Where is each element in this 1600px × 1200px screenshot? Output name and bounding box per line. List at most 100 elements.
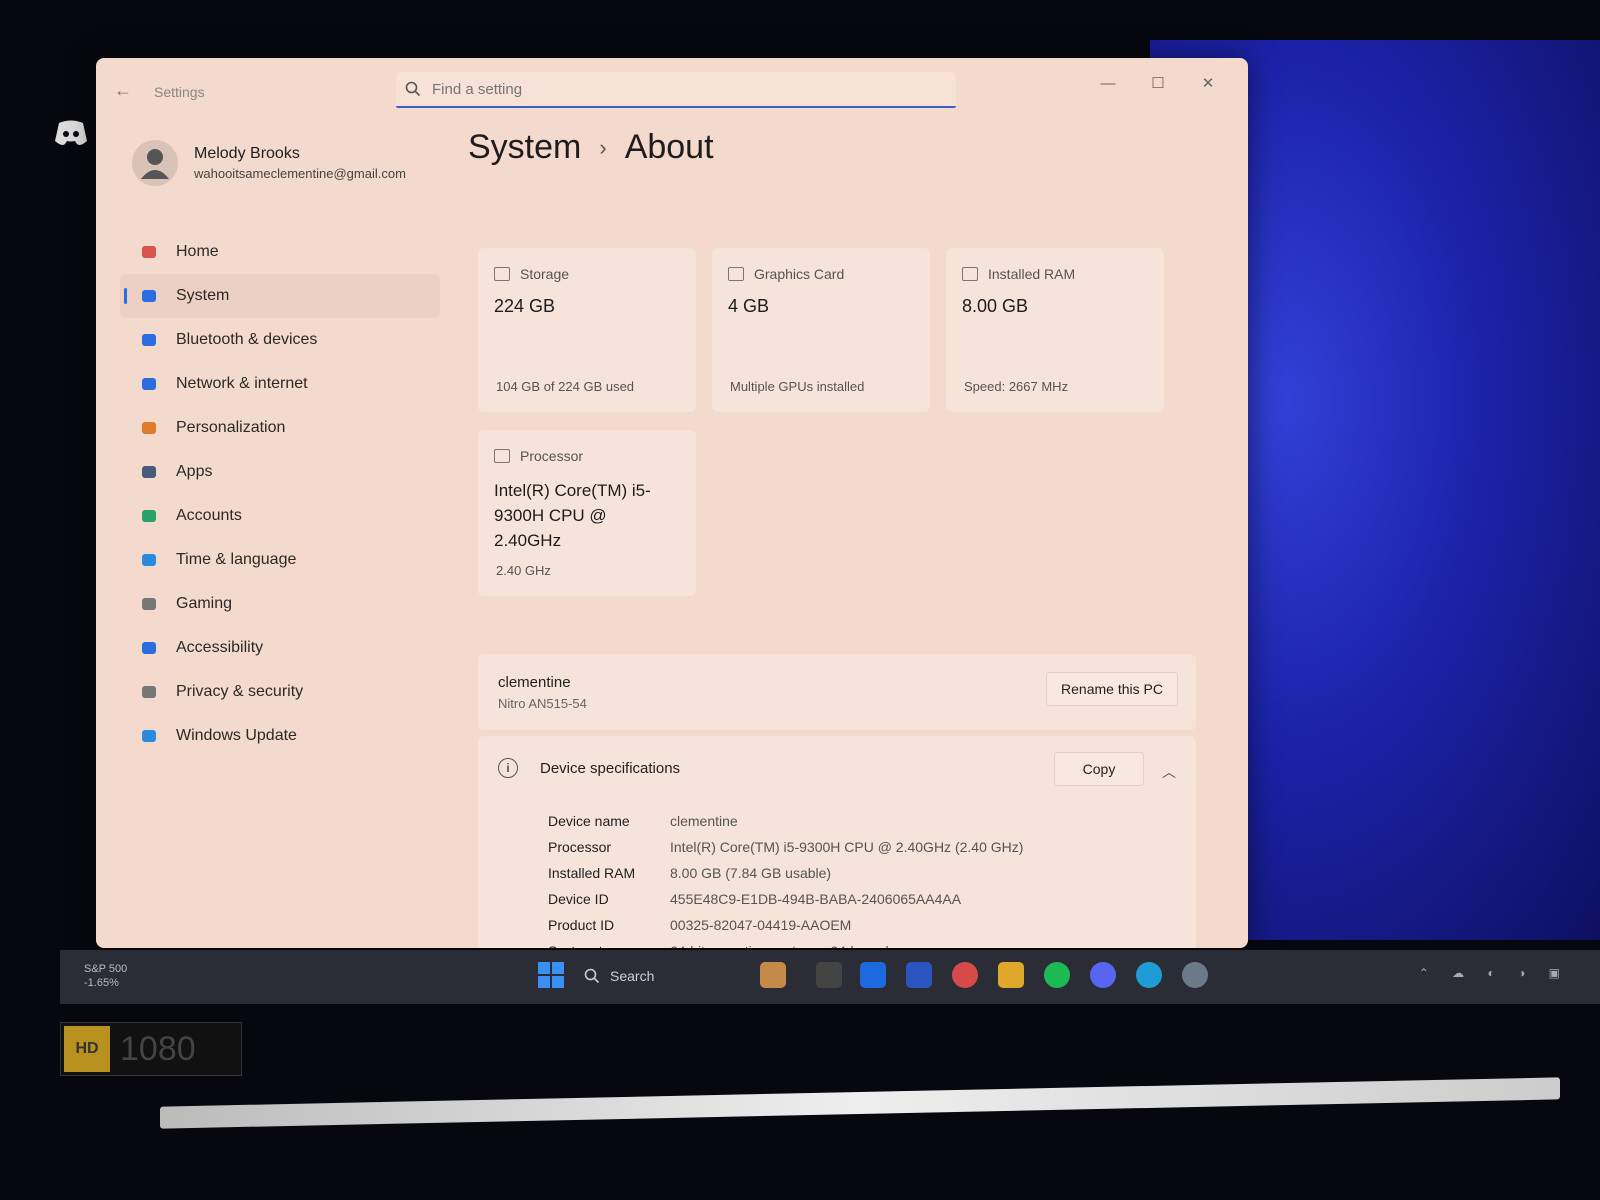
ram-speed: Speed: 2667 MHz bbox=[964, 379, 1069, 394]
breadcrumb-separator: › bbox=[599, 134, 607, 160]
system-icon bbox=[138, 285, 160, 307]
chevron-up-icon[interactable]: ︿ bbox=[1162, 762, 1176, 782]
sidebar-item-gaming[interactable]: Gaming bbox=[120, 582, 440, 626]
storage-usage: 104 GB of 224 GB used bbox=[496, 379, 635, 394]
sidebar-item-label: Privacy & security bbox=[176, 683, 304, 700]
maximize-button[interactable]: ☐ bbox=[1138, 68, 1178, 98]
profile-name: Melody Brooks bbox=[194, 145, 300, 162]
close-button[interactable]: ✕ bbox=[1188, 68, 1228, 98]
sidebar-item-accessibility[interactable]: Accessibility bbox=[120, 626, 440, 670]
taskbar-search[interactable]: Search bbox=[584, 962, 734, 990]
shield-icon bbox=[138, 681, 160, 703]
update-icon bbox=[138, 725, 160, 747]
sidebar-item-label: Accounts bbox=[176, 507, 242, 524]
bezel-badge: HD 1080 bbox=[60, 1022, 242, 1076]
task-view-icon[interactable] bbox=[816, 962, 842, 988]
processor-icon bbox=[494, 449, 510, 463]
system-tray[interactable]: ⌃ ☁ ◐ ◑ ▣ bbox=[1419, 966, 1570, 980]
processor-card[interactable]: Processor Intel(R) Core(TM) i5-9300H CPU… bbox=[478, 430, 696, 596]
pc-model: Nitro AN515-54 bbox=[498, 696, 587, 711]
settings-gear-icon[interactable] bbox=[1182, 962, 1208, 988]
windows-start-icon[interactable] bbox=[538, 962, 564, 988]
spotify-icon[interactable] bbox=[1044, 962, 1070, 988]
apps-icon bbox=[138, 461, 160, 483]
spec-key: Installed RAM bbox=[548, 865, 636, 881]
edge-icon[interactable] bbox=[1136, 962, 1162, 988]
sidebar-item-time-language[interactable]: Time & language bbox=[120, 538, 440, 582]
pc-name-row: clementine Nitro AN515-54 Rename this PC bbox=[478, 654, 1196, 730]
copilot-icon[interactable] bbox=[952, 962, 978, 988]
sidebar-item-accounts[interactable]: Accounts bbox=[120, 494, 440, 538]
discord-taskbar-icon[interactable] bbox=[1090, 962, 1116, 988]
sidebar-item-label: Apps bbox=[176, 463, 213, 480]
sidebar-item-personalization[interactable]: Personalization bbox=[120, 406, 440, 450]
page-title: About bbox=[624, 128, 714, 166]
processor-value: Intel(R) Core(TM) i5-9300H CPU @ 2.40GHz bbox=[494, 481, 651, 550]
sidebar-item-home[interactable]: Home bbox=[120, 230, 440, 274]
avatar bbox=[132, 140, 178, 186]
sidebar-item-label: Home bbox=[176, 243, 219, 260]
copy-button[interactable]: Copy bbox=[1054, 752, 1144, 786]
file-explorer-icon[interactable] bbox=[998, 962, 1024, 988]
sidebar-item-privacy-security[interactable]: Privacy & security bbox=[120, 670, 440, 714]
spec-key: Device ID bbox=[548, 891, 609, 907]
search-box[interactable] bbox=[396, 72, 956, 108]
graphics-card-card[interactable]: Graphics Card 4 GB Multiple GPUs install… bbox=[712, 248, 930, 412]
ram-value: 8.00 GB bbox=[962, 296, 1029, 316]
sidebar-item-apps[interactable]: Apps bbox=[120, 450, 440, 494]
hd-badge: HD bbox=[64, 1026, 110, 1072]
spec-row: System type64-bit operating system, x64-… bbox=[548, 938, 1023, 948]
user-profile[interactable]: Melody Brooks wahooitsameclementine@gmai… bbox=[132, 140, 406, 186]
outlook-icon[interactable] bbox=[860, 962, 886, 988]
storage-card[interactable]: Storage 224 GB 104 GB of 224 GB used bbox=[478, 248, 696, 412]
spec-row: Installed RAM 8.00 GB (7.84 GB usable) bbox=[548, 860, 1023, 886]
gaming-icon bbox=[138, 593, 160, 615]
spec-row: Device name clementine bbox=[548, 808, 1023, 834]
spec-key: Product ID bbox=[548, 917, 615, 933]
spec-row: Product ID 00325-82047-04419-AAOEM bbox=[548, 912, 1023, 938]
spec-value: clementine bbox=[670, 813, 738, 829]
processor-speed: 2.40 GHz bbox=[496, 563, 551, 578]
ram-card[interactable]: Installed RAM 8.00 GB Speed: 2667 MHz bbox=[946, 248, 1164, 412]
breadcrumb-parent[interactable]: System bbox=[468, 128, 581, 167]
storage-value: 224 GB bbox=[494, 296, 556, 316]
graphics-title: Graphics Card bbox=[754, 266, 845, 282]
accounts-icon bbox=[138, 505, 160, 527]
spec-value: 64-bit operating system, x64-based proce… bbox=[670, 943, 954, 948]
sidebar-item-system[interactable]: System bbox=[120, 274, 440, 318]
specs-table: Device name clementine Processor Intel(R) C… bbox=[548, 808, 1023, 948]
stock-widget[interactable]: S&P 500 -1.65% bbox=[84, 962, 127, 990]
device-specifications-section: i Device specifications Copy ︿ Device na… bbox=[478, 736, 1196, 948]
globe-icon bbox=[138, 549, 160, 571]
sidebar-item-windows-update[interactable]: Windows Update bbox=[120, 714, 440, 758]
sidebar-item-label: Time & language bbox=[176, 551, 297, 568]
specs-header[interactable]: i Device specifications bbox=[498, 758, 680, 778]
store-icon[interactable] bbox=[906, 962, 932, 988]
ram-icon bbox=[962, 267, 978, 281]
graphics-card-icon bbox=[728, 267, 744, 281]
sidebar-item-bluetooth-devices[interactable]: Bluetooth & devices bbox=[120, 318, 440, 362]
sidebar: Melody Brooks wahooitsameclementine@gmai… bbox=[96, 124, 456, 948]
sidebar-item-network-internet[interactable]: Network & internet bbox=[120, 362, 440, 406]
spec-key: Processor bbox=[548, 839, 612, 855]
sidebar-item-label: System bbox=[176, 287, 230, 304]
rename-pc-button[interactable]: Rename this PC bbox=[1046, 672, 1178, 706]
spec-value: 8.00 GB (7.84 GB usable) bbox=[670, 865, 832, 881]
sidebar-nav: Home System Bluetooth & devices Network & i… bbox=[120, 230, 440, 758]
wifi-icon bbox=[138, 373, 160, 395]
spec-row: Processor Intel(R) Core(TM) i5-9300H CPU … bbox=[548, 834, 1023, 860]
widget-icon[interactable] bbox=[760, 962, 786, 988]
processor-title: Processor bbox=[520, 448, 584, 464]
graphics-sub: Multiple GPUs installed bbox=[730, 379, 865, 394]
profile-email: wahooitsameclementine@gmail.com bbox=[194, 166, 406, 181]
breadcrumb: System › About bbox=[468, 128, 714, 167]
spec-value: Intel(R) Core(TM) i5-9300H CPU @ 2.40GHz… bbox=[670, 839, 1024, 855]
minimize-button[interactable]: — bbox=[1088, 68, 1128, 98]
taskbar-search-label: Search bbox=[610, 968, 655, 984]
search-input[interactable] bbox=[430, 79, 914, 99]
main-content: System › About Storage 224 GB 104 GB of … bbox=[466, 124, 1226, 948]
specs-title: Device specifications bbox=[540, 759, 681, 777]
sidebar-item-label: Network & internet bbox=[176, 375, 308, 392]
back-arrow-icon[interactable]: ← bbox=[114, 80, 136, 102]
discord-icon[interactable] bbox=[52, 118, 90, 148]
